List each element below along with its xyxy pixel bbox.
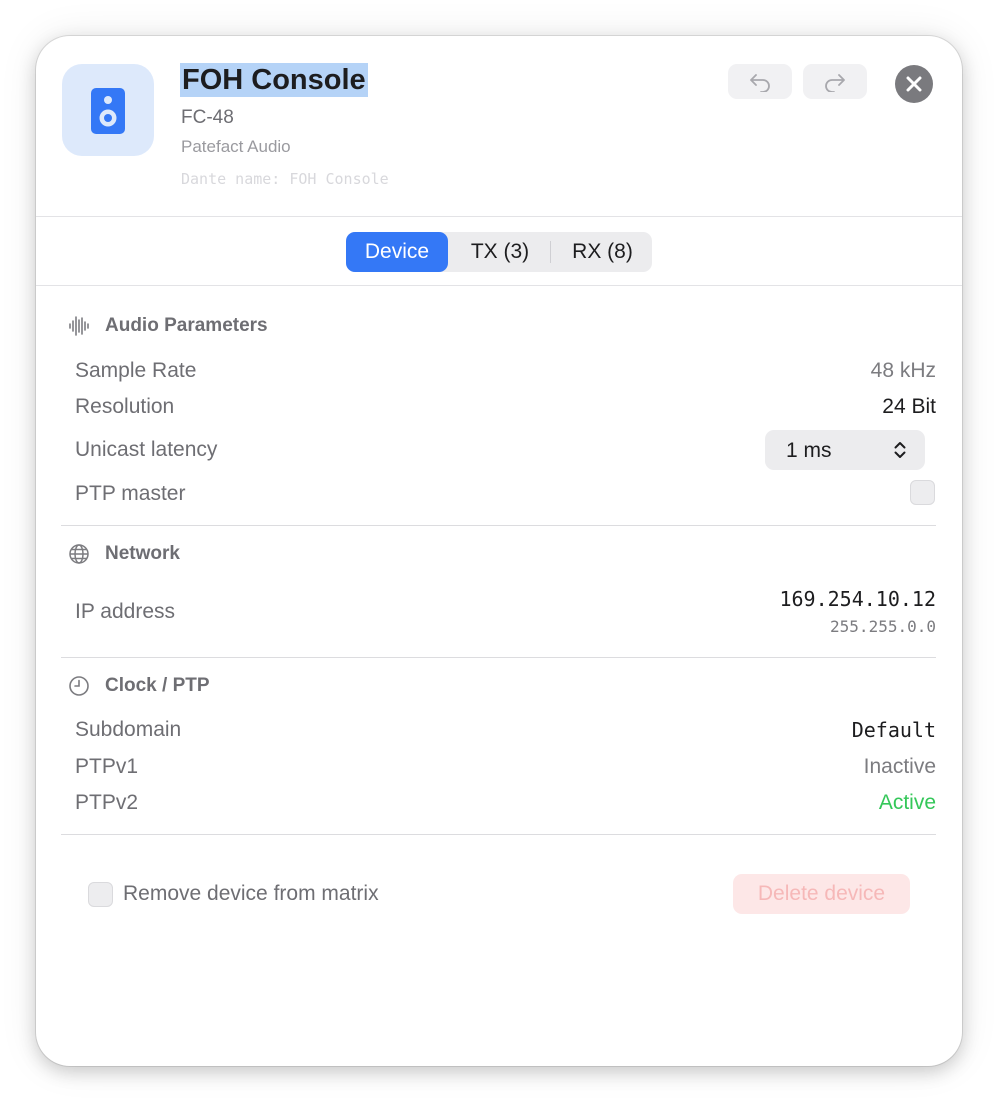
sample-rate-value: 48 kHz [870,359,936,382]
section-divider [61,834,936,835]
device-title[interactable]: FOH Console [180,63,368,97]
undo-button[interactable] [728,64,792,99]
tab-device[interactable]: Device [346,232,448,272]
ptpv2-label: PTPv2 [75,791,139,814]
tab-rx[interactable]: RX (8) [553,232,652,272]
remove-from-matrix-label[interactable]: Remove device from matrix [123,882,379,906]
close-button[interactable] [895,65,933,103]
redo-button[interactable] [803,64,867,99]
ptpv2-status: Active [878,791,936,814]
device-inspector-window: FOH Console FC-48 Patefact Audio Dante n… [36,36,962,1066]
ptpv1-status: Inactive [863,755,936,778]
section-divider [61,525,936,526]
resolution-value: 24 Bit [882,395,936,418]
remove-from-matrix-checkbox[interactable] [88,882,113,907]
tab-tx[interactable]: TX (3) [451,232,549,272]
sample-rate-label: Sample Rate [75,359,197,382]
chevron-updown-icon [894,442,906,458]
subnet-mask-value: 255.255.0.0 [830,617,936,636]
header-divider [36,216,962,217]
clock-icon [69,676,89,696]
undo-icon [750,74,770,92]
network-section-title: Network [105,543,180,564]
latency-label: Unicast latency [75,438,218,461]
tab-bar: Device TX (3) RX (8) [346,232,652,272]
ptp-master-label: PTP master [75,482,186,505]
waveform-icon [69,316,89,336]
subdomain-value: Default [851,718,936,742]
clock-section-title: Clock / PTP [105,675,210,696]
tab-separator [550,241,551,263]
subdomain-label: Subdomain [75,718,182,741]
delete-device-button[interactable]: Delete device [733,874,910,914]
device-vendor: Patefact Audio [181,137,291,156]
ip-address-value: 169.254.10.12 [779,587,936,611]
section-divider [61,657,936,658]
globe-icon [69,544,89,564]
redo-icon [825,74,845,92]
dante-name: Dante name: FOH Console [181,170,389,188]
latency-select-value: 1 ms [786,439,832,462]
ip-address-label: IP address [75,600,176,623]
tabs-divider [36,285,962,286]
device-model: FC-48 [181,107,234,128]
close-icon [906,76,922,92]
resolution-label: Resolution [75,395,175,418]
audio-section-title: Audio Parameters [105,315,268,336]
ptp-master-checkbox[interactable] [910,480,935,505]
speaker-icon [62,64,154,156]
latency-select[interactable]: 1 ms [765,430,925,470]
ptpv1-label: PTPv1 [75,755,139,778]
